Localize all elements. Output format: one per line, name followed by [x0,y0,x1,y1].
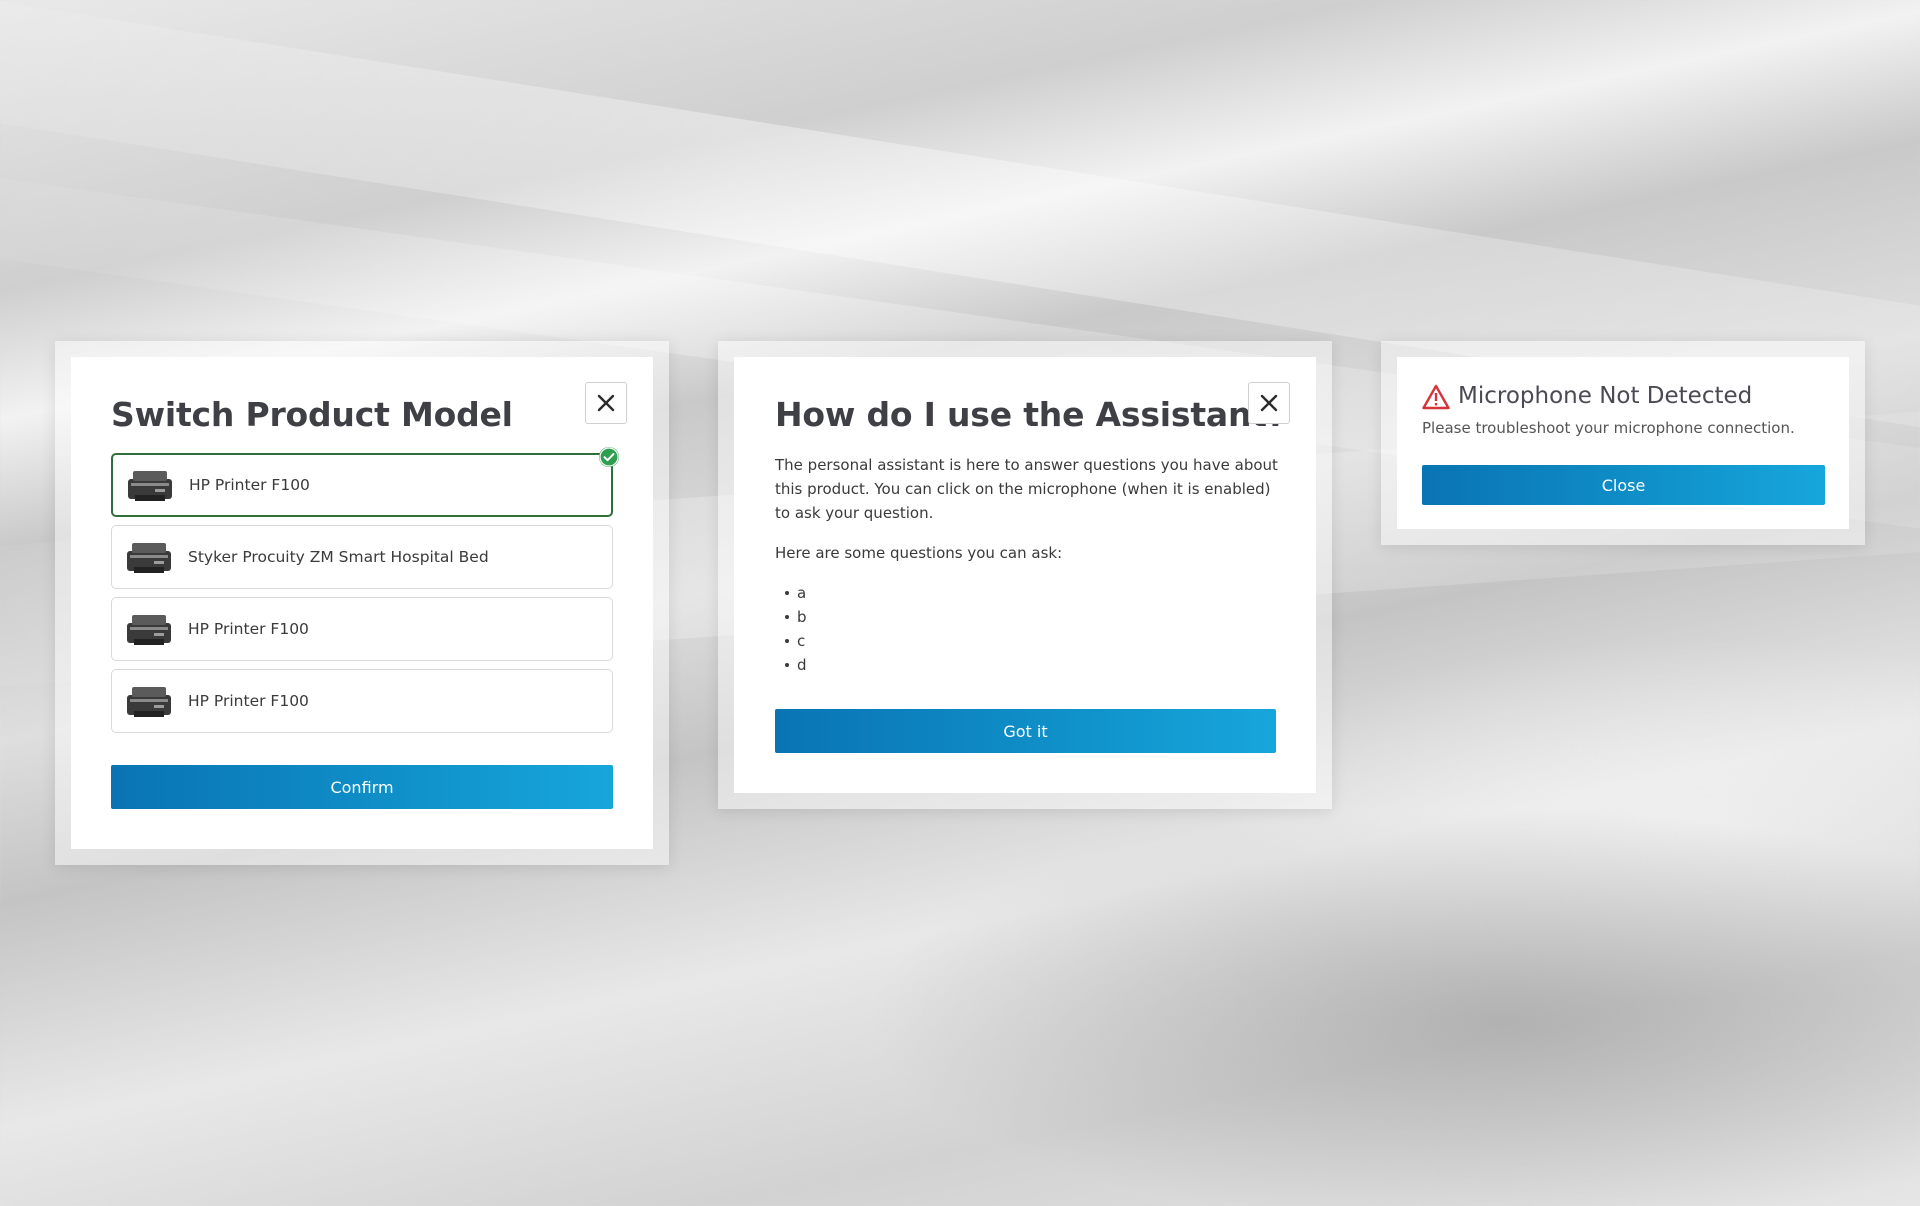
product-name: HP Printer F100 [189,476,310,494]
product-option[interactable]: HP Printer F100 [111,447,619,517]
example-questions-list: a b c d [775,581,807,677]
dialog-title: How do I use the Assistant? [775,395,1286,434]
question-text: d [797,656,807,674]
assistant-help-dialog: How do I use the Assistant? The personal… [734,357,1316,793]
bullet-icon [785,615,789,619]
product-option[interactable]: Styker Procuity ZM Smart Hospital Bed [111,525,613,589]
close-icon [597,394,615,412]
list-item: d [775,653,807,677]
list-item: a [775,581,807,605]
question-text: a [797,584,807,602]
product-option[interactable]: HP Printer F100 [111,597,613,661]
printer-image [127,687,171,717]
close-icon [1260,394,1278,412]
list-item: b [775,605,807,629]
check-circle-icon [599,447,619,467]
bullet-icon [785,639,789,643]
product-name: Styker Procuity ZM Smart Hospital Bed [188,548,489,566]
product-option[interactable]: HP Printer F100 [111,669,613,733]
printer-image [127,543,171,573]
close-button[interactable] [1248,382,1290,424]
microphone-dialog: Microphone Not Detected Please troublesh… [1397,357,1849,529]
product-name: HP Printer F100 [188,620,309,638]
assistant-intro-text: The personal assistant is here to answer… [775,456,1278,522]
list-item: c [775,629,807,653]
dialog-title: Microphone Not Detected [1458,383,1753,409]
printer-image [128,471,172,501]
bullet-icon [785,663,789,667]
warning-triangle-icon [1422,384,1450,410]
dialog-title: Switch Product Model [111,395,513,434]
printer-image [127,615,171,645]
close-button[interactable]: Close [1422,465,1825,505]
microphone-message: Please troubleshoot your microphone conn… [1422,419,1795,437]
question-text: b [797,608,807,626]
got-it-button[interactable]: Got it [775,709,1276,753]
bullet-icon [785,591,789,595]
product-name: HP Printer F100 [188,692,309,710]
question-text: c [797,632,806,650]
close-button[interactable] [585,382,627,424]
confirm-button[interactable]: Confirm [111,765,613,809]
switch-product-dialog: Switch Product Model HP Printer F100 Sty… [71,357,653,849]
questions-heading: Here are some questions you can ask: [775,544,1063,562]
